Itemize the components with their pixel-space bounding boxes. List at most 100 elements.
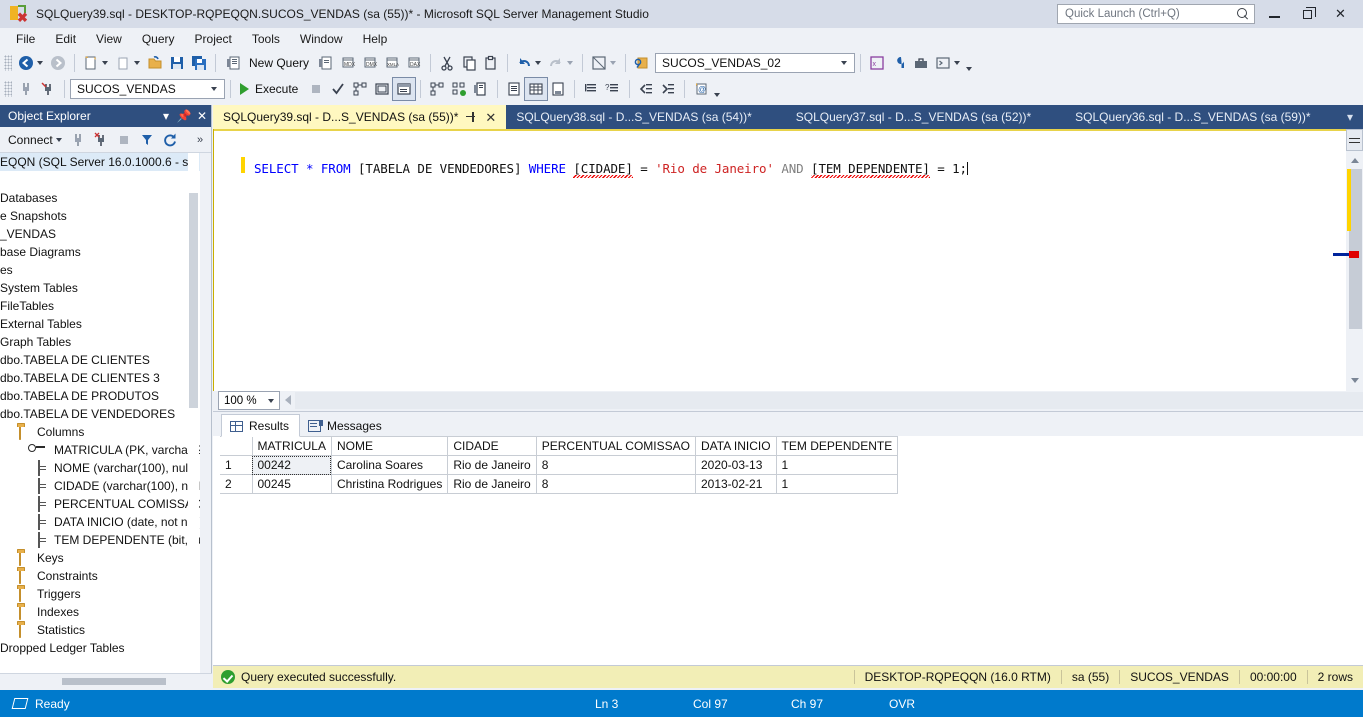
tree-node[interactable]: Triggers — [0, 585, 200, 603]
specify-values-for-template-parameters-icon[interactable]: @ — [690, 78, 712, 100]
tree-node[interactable]: PERCENTUAL COMISSAO (v — [0, 495, 200, 513]
new-project-icon[interactable] — [80, 52, 102, 74]
tree-node[interactable]: Dropped Ledger Tables — [0, 639, 200, 657]
tab-sqlquery38[interactable]: SQLQuery38.sql - D...S_VENDAS (sa (54))* — [506, 105, 761, 129]
tree-node[interactable]: FileTables — [0, 297, 200, 315]
scroll-left-arrow-icon[interactable] — [285, 395, 291, 405]
new-analysis-dmx-icon[interactable]: DMX — [359, 52, 381, 74]
tab-sqlquery36[interactable]: SQLQuery36.sql - D...S_VENDAS (sa (59))* — [1065, 105, 1320, 129]
save-icon[interactable] — [166, 52, 188, 74]
menu-item-tools[interactable]: Tools — [242, 30, 290, 48]
table-cell[interactable]: 00242 — [252, 455, 332, 475]
tree-node[interactable]: base Diagrams — [0, 243, 200, 261]
include-client-statistics-icon[interactable] — [448, 78, 470, 100]
tab-overflow-button[interactable]: ▾ — [1341, 107, 1359, 127]
solution-dropdown-icon[interactable] — [610, 61, 617, 65]
table-cell[interactable]: Christina Rodrigues — [331, 474, 449, 494]
xml-icon[interactable]: x — [866, 52, 888, 74]
connect-icon[interactable] — [15, 78, 37, 100]
tree-node[interactable]: Indexes — [0, 603, 200, 621]
paste-icon[interactable] — [480, 52, 502, 74]
available-databases-combo[interactable]: SUCOS_VENDAS — [70, 79, 225, 99]
stop-icon[interactable] — [113, 129, 135, 151]
tree-node[interactable]: Databases — [0, 189, 200, 207]
table-cell[interactable]: 1 — [776, 455, 899, 475]
add-item-icon[interactable] — [112, 52, 134, 74]
tree-node[interactable]: dbo.TABELA DE CLIENTES 3 — [0, 369, 200, 387]
tree-node[interactable]: External Tables — [0, 315, 200, 333]
tree-node[interactable]: MATRICULA (PK, varchar(20) — [0, 441, 200, 459]
row-number[interactable]: 1 — [220, 455, 253, 475]
close-button[interactable]: ✕ — [1324, 0, 1357, 28]
connect-object-explorer-icon[interactable] — [67, 129, 89, 151]
execute-button[interactable]: Execute — [236, 78, 305, 100]
redo-dropdown-icon[interactable] — [567, 61, 574, 65]
navigate-forward-icon[interactable] — [47, 52, 69, 74]
editor-split-button[interactable] — [1346, 129, 1363, 151]
object-explorer-horizontal-scrollbar[interactable] — [0, 673, 212, 688]
column-header[interactable]: MATRICULA — [252, 436, 332, 456]
copy-icon[interactable] — [458, 52, 480, 74]
table-cell[interactable]: 1 — [776, 474, 899, 494]
editor-vertical-scrollbar[interactable] — [1333, 129, 1363, 391]
display-estimated-plan-icon[interactable] — [349, 78, 371, 100]
close-icon[interactable]: ✕ — [485, 111, 496, 124]
maximize-button[interactable] — [1291, 0, 1324, 28]
menu-item-view[interactable]: View — [86, 30, 132, 48]
tree-node[interactable]: EQQN (SQL Server 16.0.1000.6 - sa) — [0, 153, 200, 171]
undo-dropdown-icon[interactable] — [535, 61, 542, 65]
results-to-file-icon[interactable] — [547, 78, 569, 100]
new-project-dropdown-icon[interactable] — [102, 61, 108, 65]
pin-icon[interactable] — [466, 111, 477, 123]
tab-messages[interactable]: Messages — [300, 415, 392, 436]
available-databases-icon[interactable] — [631, 52, 653, 74]
toolbar-grip[interactable] — [4, 81, 12, 97]
column-header[interactable]: DATA INICIO — [695, 436, 777, 456]
tree-node[interactable]: NOME (varchar(100), null) — [0, 459, 200, 477]
tree-node[interactable]: e Snapshots — [0, 207, 200, 225]
tree-node[interactable]: _VENDAS — [0, 225, 200, 243]
tab-sqlquery39[interactable]: SQLQuery39.sql - D...S_VENDAS (sa (55))*… — [213, 105, 507, 129]
row-number[interactable]: 2 — [220, 474, 253, 494]
wrench-icon[interactable] — [888, 52, 910, 74]
new-query-doc-icon[interactable] — [315, 52, 337, 74]
filter-icon[interactable] — [136, 129, 158, 151]
disconnect-object-explorer-icon[interactable] — [90, 129, 112, 151]
sql-editor[interactable]: SELECT * FROM [TABELA DE VENDEDORES] WHE… — [213, 129, 1363, 391]
scrollbar-thumb[interactable] — [62, 678, 166, 685]
navigate-back-icon[interactable] — [15, 52, 37, 74]
new-analysis-dax-icon[interactable]: DAX — [403, 52, 425, 74]
tab-sqlquery37[interactable]: SQLQuery37.sql - D...S_VENDAS (sa (52))* — [786, 105, 1041, 129]
pin-icon[interactable]: 📌 — [175, 109, 193, 123]
include-live-query-stats-icon[interactable] — [426, 78, 448, 100]
navigate-back-dropdown-icon[interactable] — [37, 61, 43, 65]
solution-explorer-icon[interactable] — [588, 52, 610, 74]
uncomment-lines-icon[interactable]: ? — [602, 78, 624, 100]
tree-node[interactable]: Graph Tables — [0, 333, 200, 351]
toolbar-overflow-button[interactable] — [964, 52, 974, 74]
command-window-dropdown-icon[interactable] — [954, 61, 961, 65]
toolbar-overflow-button[interactable]: » — [189, 129, 211, 151]
tree-node[interactable]: dbo.TABELA DE CLIENTES — [0, 351, 200, 369]
tree-node[interactable]: CIDADE (varchar(100), null) — [0, 477, 200, 495]
include-actual-execution-plan-icon[interactable] — [392, 77, 417, 101]
open-file-icon[interactable] — [144, 52, 166, 74]
disconnect-icon[interactable] — [37, 78, 59, 100]
horizontal-scrollbar-track[interactable] — [295, 392, 1363, 409]
tree-node[interactable]: DATA INICIO (date, not null) — [0, 513, 200, 531]
scroll-down-arrow-icon[interactable] — [1347, 373, 1362, 388]
column-header[interactable]: NOME — [331, 436, 449, 456]
sql-code-text[interactable]: SELECT * FROM [TABELA DE VENDEDORES] WHE… — [254, 160, 1314, 177]
decrease-indent-icon[interactable] — [635, 78, 657, 100]
results-grid[interactable]: MATRICULA NOME CIDADE PERCENTUAL COMISSAO DA… — [220, 436, 899, 494]
object-explorer-vertical-scrollbar[interactable] — [188, 153, 199, 673]
add-item-dropdown-icon[interactable] — [134, 61, 140, 65]
table-row[interactable]: 1 00242 Carolina Soares Rio de Janeiro 8 2020… — [220, 455, 899, 475]
results-to-grid-icon[interactable] — [524, 77, 549, 101]
quick-launch-input[interactable]: Quick Launch (Ctrl+Q) — [1057, 4, 1255, 24]
toolbox-icon[interactable] — [910, 52, 932, 74]
cut-icon[interactable] — [436, 52, 458, 74]
column-header[interactable]: CIDADE — [447, 436, 537, 456]
tree-node[interactable]: TEM DEPENDENTE (bit, null) — [0, 531, 200, 549]
save-all-icon[interactable] — [188, 52, 210, 74]
